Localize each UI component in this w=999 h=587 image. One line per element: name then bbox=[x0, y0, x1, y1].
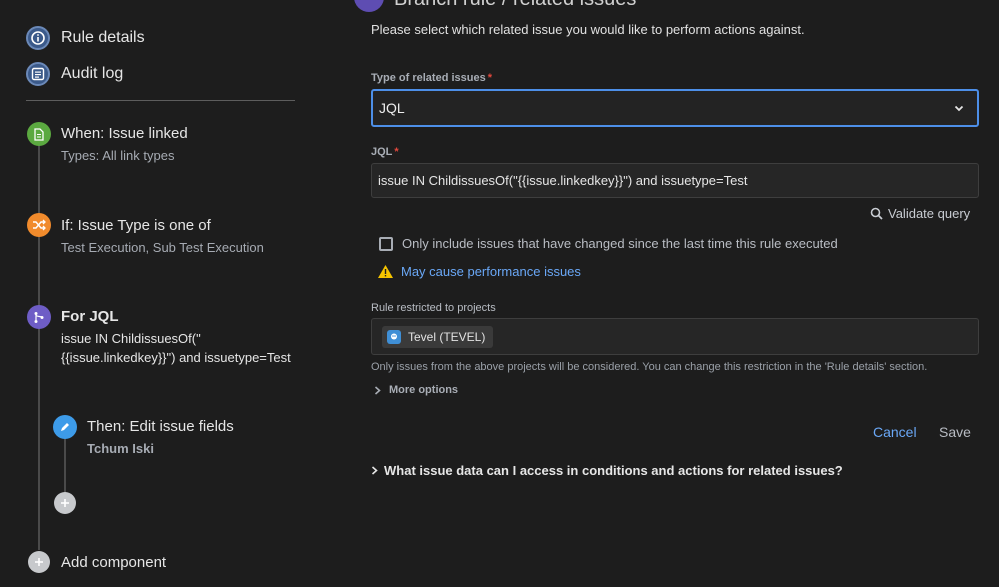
trigger-title: When: Issue linked bbox=[61, 125, 188, 142]
validate-query-label: Validate query bbox=[888, 206, 971, 221]
shuffle-icon bbox=[27, 213, 51, 237]
required-marker: * bbox=[487, 72, 493, 84]
condition-title: If: Issue Type is one of bbox=[61, 217, 211, 234]
chevron-down-icon bbox=[954, 105, 964, 112]
required-marker: * bbox=[394, 146, 399, 158]
projects-hint: Only issues from the above projects will… bbox=[371, 361, 928, 373]
type-field-label: Type of related issues * bbox=[371, 72, 492, 84]
sidebar: Rule details Audit log When: Issue linke… bbox=[0, 0, 330, 587]
only-changed-issues-row: Only include issues that have changed si… bbox=[379, 236, 838, 251]
nav-audit-log-label: Audit log bbox=[61, 65, 124, 82]
timeline-line bbox=[38, 145, 40, 550]
project-tag-label: Tevel (TEVEL) bbox=[408, 330, 486, 344]
plus-icon bbox=[61, 499, 69, 507]
more-options-label: More options bbox=[389, 384, 459, 396]
projects-field[interactable]: Tevel (TEVEL) bbox=[371, 318, 979, 355]
more-options-toggle[interactable]: More options bbox=[374, 384, 458, 396]
trigger-subtitle: Types: All link types bbox=[61, 148, 175, 163]
jql-field-label-text: JQL bbox=[371, 146, 393, 158]
pencil-icon bbox=[53, 415, 77, 439]
chevron-right-icon bbox=[374, 385, 381, 395]
project-avatar-icon bbox=[387, 330, 401, 344]
info-icon bbox=[26, 26, 50, 50]
performance-warning-link[interactable]: May cause performance issues bbox=[401, 264, 581, 279]
add-component-plus-icon bbox=[28, 551, 50, 573]
document-icon bbox=[27, 122, 51, 146]
nav-rule-details-label: Rule details bbox=[61, 29, 145, 46]
branch-title: For JQL bbox=[61, 308, 119, 325]
nav-audit-log[interactable]: Audit log bbox=[26, 62, 123, 86]
intro-text: Please select which related issue you wo… bbox=[371, 22, 805, 37]
jql-field-label: JQL * bbox=[371, 146, 399, 158]
action-title: Then: Edit issue fields bbox=[87, 418, 234, 435]
related-issue-type-select[interactable]: JQL bbox=[371, 89, 979, 127]
add-component-button[interactable]: Add component bbox=[28, 551, 166, 573]
branch-detail-line-2: {{issue.linkedkey}}") and issuetype=Test bbox=[61, 350, 291, 365]
add-component-label: Add component bbox=[61, 553, 167, 571]
nav-rule-details[interactable]: Rule details bbox=[26, 26, 145, 50]
only-changed-issues-label: Only include issues that have changed si… bbox=[402, 236, 838, 251]
save-button[interactable]: Save bbox=[939, 424, 971, 440]
related-issue-type-value: JQL bbox=[379, 100, 405, 116]
add-branch-action-button[interactable] bbox=[54, 492, 76, 514]
action-subtitle: Tchum Iski bbox=[87, 441, 154, 456]
performance-warning: May cause performance issues bbox=[377, 264, 581, 279]
branch-timeline-line bbox=[64, 438, 66, 493]
only-changed-issues-checkbox[interactable] bbox=[379, 236, 393, 251]
sidebar-divider bbox=[26, 100, 295, 101]
branch-header-icon bbox=[354, 0, 384, 12]
type-field-label-text: Type of related issues bbox=[371, 72, 486, 84]
branch-config-panel: Branch rule / related issues Please sele… bbox=[352, 0, 999, 587]
condition-subtitle: Test Execution, Sub Test Execution bbox=[61, 240, 264, 255]
projects-field-label: Rule restricted to projects bbox=[371, 302, 496, 314]
related-issues-faq-label: What issue data can I access in conditio… bbox=[384, 463, 843, 478]
related-issues-faq-toggle[interactable]: What issue data can I access in conditio… bbox=[371, 463, 843, 478]
cancel-button[interactable]: Cancel bbox=[873, 424, 917, 440]
page-title: Branch rule / related issues bbox=[394, 0, 636, 11]
chevron-right-icon bbox=[371, 466, 378, 475]
list-icon bbox=[26, 62, 50, 86]
warning-icon bbox=[378, 265, 393, 278]
jql-input[interactable]: issue IN ChildissuesOf("{{issue.linkedke… bbox=[371, 163, 979, 198]
branch-detail-line-1: issue IN ChildissuesOf(" bbox=[61, 331, 201, 346]
validate-query-button[interactable]: Validate query bbox=[870, 206, 970, 221]
branch-icon bbox=[27, 305, 51, 329]
search-icon bbox=[870, 207, 883, 220]
project-tag[interactable]: Tevel (TEVEL) bbox=[382, 326, 494, 348]
